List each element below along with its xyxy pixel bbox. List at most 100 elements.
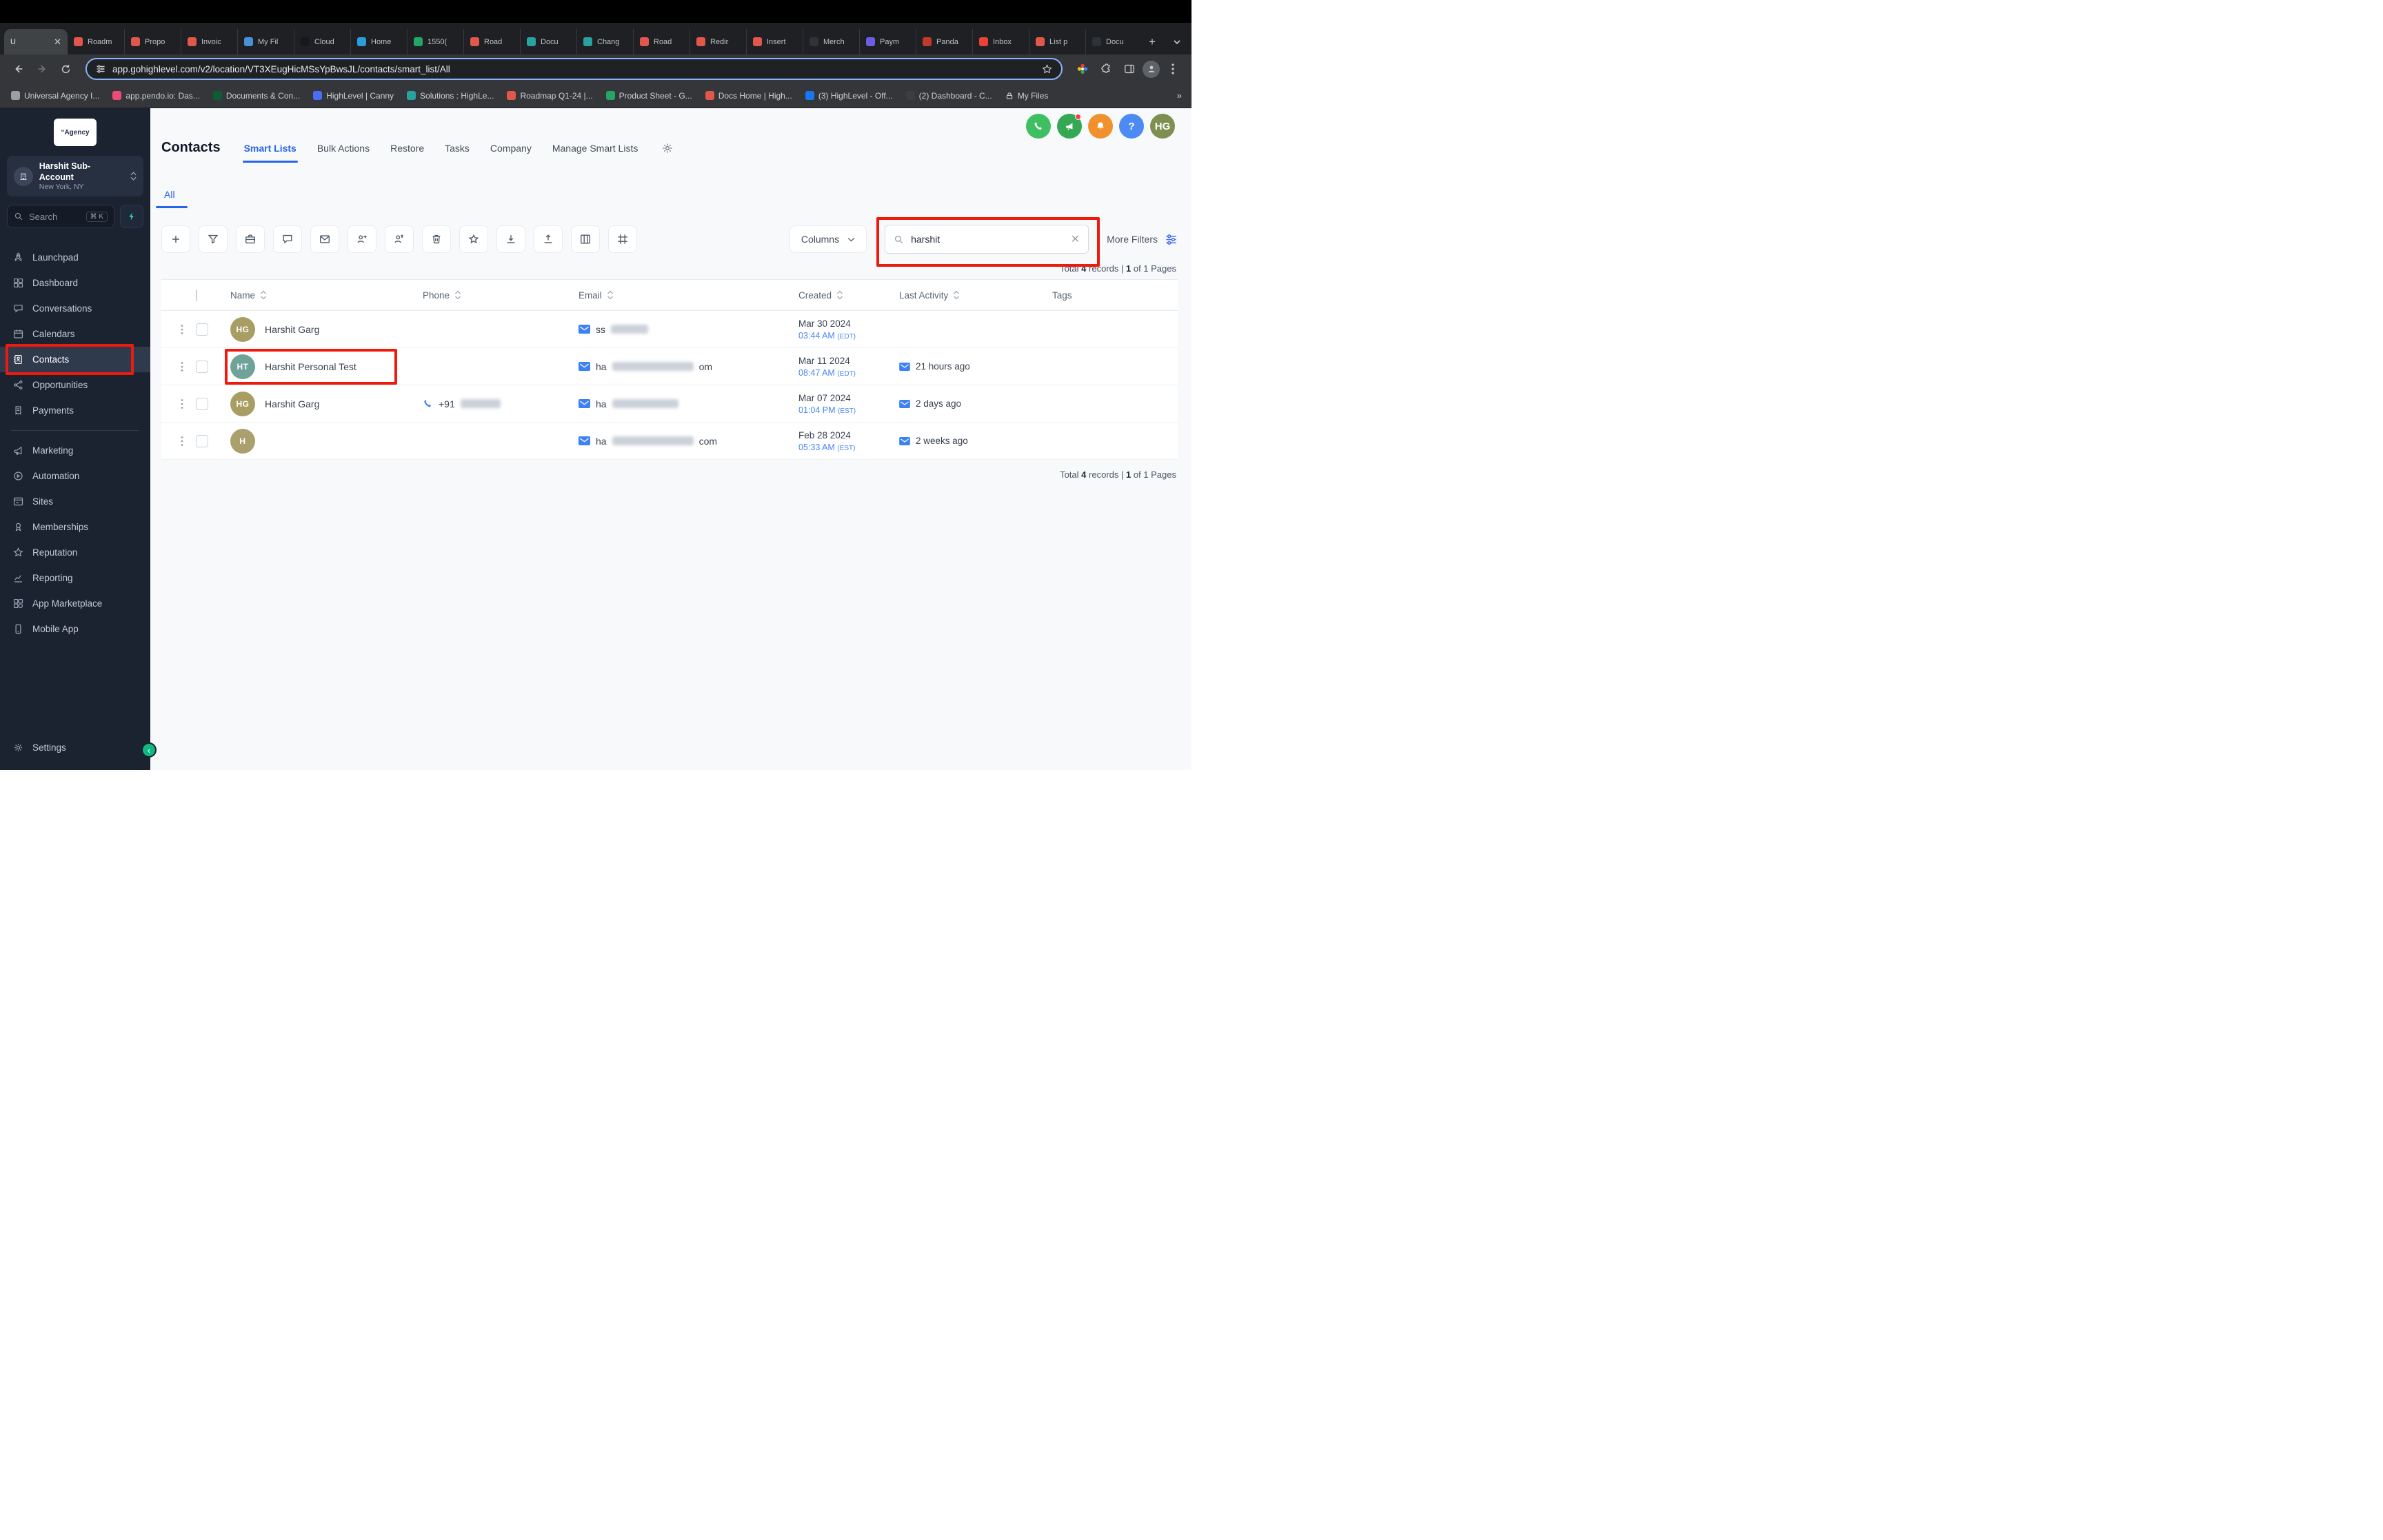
browser-tab[interactable]: Merch <box>803 29 859 54</box>
contact-name[interactable]: Harshit Garg <box>265 324 319 335</box>
user-avatar[interactable]: HG <box>1150 114 1175 139</box>
row-checkbox[interactable] <box>196 434 208 447</box>
quick-actions-bolt-button[interactable] <box>120 205 143 229</box>
contact-search-input[interactable] <box>911 234 1064 245</box>
extensions-puzzle-icon[interactable] <box>1096 59 1116 79</box>
row-checkbox[interactable] <box>196 397 208 410</box>
tab-restore[interactable]: Restore <box>390 143 424 154</box>
tab-company[interactable]: Company <box>490 143 532 154</box>
send-email-button[interactable] <box>310 225 339 253</box>
address-bar[interactable]: app.gohighlevel.com/v2/location/VT3XEugH… <box>86 58 1063 80</box>
column-header-last-activity[interactable]: Last Activity <box>899 290 948 301</box>
back-icon[interactable] <box>8 59 29 79</box>
bookmark-item[interactable]: Roadmap Q1-24 |... <box>507 91 593 101</box>
bookmark-item[interactable]: My Files <box>1005 91 1048 101</box>
bookmark-item[interactable]: (3) HighLevel - Off... <box>805 91 893 101</box>
browser-profile-avatar[interactable] <box>1143 60 1160 78</box>
sidebar-item-calendars[interactable]: Calendars <box>0 321 150 347</box>
browser-tab[interactable]: Roadm <box>68 29 124 54</box>
bookmark-item[interactable]: Solutions : HighLe... <box>407 91 494 101</box>
tab-close-icon[interactable]: ✕ <box>54 37 61 46</box>
browser-tab[interactable]: Cloud <box>294 29 350 54</box>
import-contacts-button[interactable] <box>496 225 525 253</box>
tab-search-icon[interactable] <box>1167 29 1187 54</box>
sidebar-collapse-button[interactable]: ‹ <box>141 742 157 758</box>
sort-icon[interactable] <box>259 290 268 300</box>
tab-manage-smart-lists[interactable]: Manage Smart Lists <box>552 143 639 154</box>
browser-tab[interactable]: My Fil <box>237 29 294 54</box>
row-menu-icon[interactable] <box>168 324 196 335</box>
help-button[interactable]: ? <box>1119 114 1144 139</box>
bookmark-item[interactable]: Universal Agency I... <box>11 91 99 101</box>
browser-tab[interactable]: Docu <box>520 29 576 54</box>
sidebar-item-sites[interactable]: Sites <box>0 489 150 514</box>
sidebar-item-opportunities[interactable]: Opportunities <box>0 372 150 398</box>
sort-icon[interactable] <box>836 290 844 300</box>
announcements-button[interactable] <box>1057 114 1082 139</box>
select-all-checkbox[interactable] <box>196 289 197 301</box>
table-row[interactable]: HG Harshit Garg ss Mar 30 2024 03:44 AM … <box>161 311 1178 348</box>
clear-search-icon[interactable]: ✕ <box>1071 232 1080 246</box>
filter-funnel-button[interactable] <box>199 225 228 253</box>
sort-icon[interactable] <box>606 290 614 300</box>
browser-tab[interactable]: Home <box>350 29 407 54</box>
add-contact-button[interactable] <box>161 225 190 253</box>
delete-button[interactable] <box>422 225 451 253</box>
bookmarks-overflow-icon[interactable]: » <box>1177 90 1182 101</box>
row-menu-icon[interactable] <box>168 398 196 409</box>
sidebar-item-mobile-app[interactable]: Mobile App <box>0 616 150 642</box>
contact-search-field[interactable]: ✕ <box>885 225 1089 254</box>
sidebar-item-launchpad[interactable]: Launchpad <box>0 245 150 270</box>
url-text[interactable]: app.gohighlevel.com/v2/location/VT3XEugH… <box>112 64 1035 74</box>
sidebar-item-reporting[interactable]: Reporting <box>0 565 150 591</box>
add-to-favorites-button[interactable] <box>459 225 488 253</box>
browser-tab[interactable]: Propo <box>124 29 181 54</box>
bookmark-item[interactable]: Docs Home | High... <box>705 91 792 101</box>
frame-crop-button[interactable] <box>608 225 637 253</box>
tab-bulk-actions[interactable]: Bulk Actions <box>317 143 370 154</box>
browser-tab[interactable]: Invoic <box>181 29 237 54</box>
sidebar-item-reputation[interactable]: Reputation <box>0 540 150 565</box>
bookmark-star-icon[interactable] <box>1041 63 1053 75</box>
sidebar-item-marketing[interactable]: Marketing <box>0 438 150 463</box>
sidebar-item-contacts[interactable]: Contacts <box>0 344 150 376</box>
export-contacts-button[interactable] <box>534 225 563 253</box>
bookmark-item[interactable]: Product Sheet - G... <box>605 91 692 101</box>
sidebar-item-memberships[interactable]: Memberships <box>0 514 150 540</box>
column-header-email[interactable]: Email <box>579 290 602 301</box>
browser-tab[interactable]: Insert <box>746 29 803 54</box>
contact-name[interactable]: Harshit Garg <box>265 398 319 409</box>
notifications-bell-button[interactable] <box>1088 114 1113 139</box>
row-menu-icon[interactable] <box>168 361 196 372</box>
company-briefcase-button[interactable] <box>236 225 265 253</box>
send-sms-button[interactable] <box>273 225 302 253</box>
table-row[interactable]: H ha com Feb 28 2024 05:33 AM (EST) 2 we… <box>161 423 1178 460</box>
browser-tab[interactable]: 1550( <box>407 29 463 54</box>
bookmark-item[interactable]: (2) Dashboard - C... <box>905 91 992 101</box>
smart-list-tab-all[interactable]: All <box>156 189 188 208</box>
browser-tab[interactable]: Docu <box>1085 29 1142 54</box>
dialer-phone-button[interactable] <box>1026 114 1051 139</box>
row-menu-icon[interactable] <box>168 436 196 447</box>
sidebar-item-dashboard[interactable]: Dashboard <box>0 270 150 296</box>
remove-from-campaign-button[interactable] <box>385 225 414 253</box>
add-to-campaign-button[interactable] <box>348 225 376 253</box>
extension-pinwheel-icon[interactable] <box>1072 59 1093 79</box>
smart-list-settings-gear-icon[interactable] <box>661 142 674 154</box>
sidebar-item-settings[interactable]: Settings <box>0 735 150 760</box>
sort-icon[interactable] <box>454 290 462 300</box>
browser-tab[interactable]: Road <box>633 29 690 54</box>
side-panel-icon[interactable] <box>1119 59 1140 79</box>
column-header-created[interactable]: Created <box>798 290 832 301</box>
column-header-phone[interactable]: Phone <box>423 290 450 301</box>
browser-tab[interactable]: Inbox <box>972 29 1029 54</box>
sort-icon[interactable] <box>952 290 961 300</box>
forward-icon[interactable] <box>32 59 52 79</box>
browser-tab[interactable]: Redir <box>690 29 746 54</box>
table-columns-button[interactable] <box>571 225 600 253</box>
bookmark-item[interactable]: Documents & Con... <box>212 91 300 101</box>
table-row[interactable]: HT Harshit Personal Test ha om Mar 11 20… <box>161 348 1178 385</box>
contact-name[interactable]: Harshit Personal Test <box>265 361 356 372</box>
sub-account-switcher[interactable]: Harshit Sub-Account New York, NY <box>7 156 143 197</box>
tab-smart-lists[interactable]: Smart Lists <box>242 143 299 163</box>
